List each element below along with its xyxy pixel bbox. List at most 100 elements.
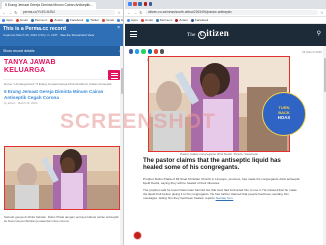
left-bookmark-0[interactable]: Apps — [2, 18, 13, 22]
bookmark-label: Gmail — [19, 18, 28, 22]
right-pinned-tabs — [128, 2, 153, 6]
floating-ad-button[interactable] — [133, 231, 142, 240]
left-scrollbar-thumb[interactable] — [120, 68, 123, 94]
forward-arrow-icon[interactable]: → — [133, 9, 137, 17]
search-icon[interactable]: ⚲ — [317, 31, 321, 37]
left-bookmarks-bar: Apps Gmail Perma.cc Zotero Facebook Twitter Gm… — [0, 17, 123, 24]
bookmark-favicon-icon — [86, 18, 90, 22]
perma-capture-info: Captured March 30, 2020 4:30 p.m. GMT · … — [3, 33, 95, 37]
left-bookmark-2[interactable]: Perma.cc — [30, 18, 48, 22]
photo-caption-right: Pastor makes congregants drink Dettol. P… — [180, 152, 258, 156]
pinned-tab-2[interactable] — [138, 2, 142, 6]
citizen-header: The Citizen ⚲ — [125, 24, 326, 46]
left-address-bar-row: ← → ↻ perma.cc/YL5S-MJNJ ☆ — [0, 9, 123, 17]
bookmark-favicon-icon — [127, 18, 130, 22]
right-address-bar-row: ← → ↻ citizen.co.za/news/south-africa/22… — [125, 9, 326, 17]
right-bookmark-2[interactable]: Perma.cc — [155, 18, 173, 22]
bookmark-label: Perma.cc — [34, 18, 48, 22]
right-bookmarks-bar: Apps Gmail Perma.cc Zotero Facebook — [125, 17, 326, 24]
bookmark-favicon-icon — [2, 18, 5, 22]
reload-icon[interactable]: ↻ — [139, 9, 143, 17]
bookmark-favicon-icon — [66, 18, 70, 22]
back-arrow-icon[interactable]: ← — [127, 9, 131, 17]
left-bookmark-1[interactable]: Gmail — [15, 18, 28, 22]
reload-icon[interactable]: ↻ — [14, 9, 18, 17]
left-bookmark-6[interactable]: Gmail — [102, 18, 114, 22]
bookmark-favicon-icon — [102, 18, 106, 22]
share-icon-1[interactable] — [135, 49, 140, 54]
star-icon[interactable]: ☆ — [117, 9, 121, 17]
article-headline-right: The pastor claims that the antiseptic li… — [143, 157, 281, 172]
bookmark-favicon-icon — [140, 18, 144, 22]
right-tab-strip — [125, 0, 326, 9]
share-icon-0[interactable] — [129, 49, 134, 54]
bookmark-favicon-icon — [155, 18, 159, 22]
article-photo-left — [4, 146, 120, 210]
left-bookmark-4[interactable]: Facebook — [66, 18, 83, 22]
right-bookmark-1[interactable]: Gmail — [140, 18, 153, 22]
share-icon-3[interactable] — [147, 49, 152, 54]
record-details-bar[interactable]: Show record details ↓ — [0, 46, 123, 56]
share-icon-5[interactable] — [159, 49, 165, 54]
pinned-tab-0[interactable] — [128, 2, 132, 6]
left-url-field[interactable]: perma.cc/YL5S-MJNJ — [20, 9, 115, 16]
article-paragraph-2: The prophet said he knew Dettol was harm… — [143, 188, 297, 201]
breadcrumb: Home / Uncategorized / 5 Erang Jemaat Ge… — [4, 82, 112, 86]
bookmark-label: Google — [121, 18, 123, 22]
bookmark-label: Gmail — [144, 18, 153, 22]
article-date: 24 March 2020 — [301, 49, 322, 54]
photo-caption-left: Sebuah gereja di Afrika Selatan. Rufus P… — [4, 215, 119, 223]
left-bookmark-5[interactable]: Twitter — [86, 18, 99, 22]
site-logo-line-1: TANYA JAWAB — [4, 59, 56, 66]
article-body: Prophet Rufus Phala of Mt Sinai Christia… — [143, 177, 301, 203]
right-scrollbar-thumb[interactable] — [323, 58, 326, 92]
right-bookmark-0[interactable]: Apps — [127, 18, 138, 22]
bookmark-label: Twitter — [90, 18, 100, 22]
left-scrollbar[interactable] — [120, 46, 123, 245]
left-bookmark-3[interactable]: Zotero — [50, 18, 63, 22]
turn-back-hoax-stamp: TURN BACK HOAX — [262, 92, 306, 136]
share-icon-4[interactable] — [153, 49, 158, 54]
hamburger-menu-icon[interactable] — [130, 31, 137, 39]
menu-button[interactable] — [108, 70, 120, 80]
bookmark-favicon-icon — [15, 18, 19, 22]
pinned-tab-4[interactable] — [148, 2, 153, 6]
pinned-tab-1[interactable] — [133, 2, 137, 6]
article-paragraph-1: Prophet Rufus Phala of Mt Sinai Christia… — [143, 177, 300, 186]
bookmark-label: Facebook — [195, 18, 209, 22]
divider — [3, 79, 120, 80]
back-arrow-icon[interactable]: ← — [2, 9, 6, 17]
article-headline-left[interactable]: 5 Erang Jemaat Gereja Diminta Minum Cair… — [0, 86, 123, 100]
bookmark-label: Facebook — [70, 18, 84, 22]
close-icon[interactable]: × — [117, 26, 120, 31]
right-bookmark-4[interactable]: Facebook — [191, 18, 208, 22]
bookmark-label: Apps — [131, 18, 138, 22]
site-logo[interactable]: TANYA JAWAB KELUARGA — [0, 56, 123, 75]
right-url-field[interactable]: citizen.co.za/news/south-africa/2263494/… — [145, 9, 318, 16]
bookmark-favicon-icon — [50, 18, 54, 22]
screenshot-view-link[interactable]: See the Screenshot View — [60, 33, 94, 37]
bookmark-favicon-icon — [191, 18, 195, 22]
bookmark-label: Gmail — [106, 18, 114, 22]
bookmark-label: Perma.cc — [159, 18, 173, 22]
screenshot-watermark: SCREENSHOT — [60, 110, 216, 133]
bookmark-label: Zotero — [179, 18, 189, 22]
star-icon[interactable]: ☆ — [320, 9, 324, 17]
bookmark-favicon-icon — [116, 18, 120, 22]
perma-title: This is a Perma.cc record — [3, 26, 66, 32]
perma-banner: This is a Perma.cc record Captured March… — [0, 24, 123, 46]
sunday-sun-link[interactable]: Sunday Sun. — [216, 196, 234, 200]
bookmark-favicon-icon — [30, 18, 34, 22]
share-icon-2[interactable] — [141, 49, 146, 54]
record-details-label: Show record details — [3, 49, 35, 53]
left-tab-strip: 5 Erang Jemaat Gereja Diminta Minum Cair… — [0, 0, 123, 9]
citizen-logo[interactable]: The Citizen — [187, 28, 229, 39]
site-logo-line-2: KELUARGA — [4, 67, 46, 74]
forward-arrow-icon[interactable]: → — [8, 9, 12, 17]
bookmark-label: Apps — [6, 18, 13, 22]
bookmark-label: Zotero — [54, 18, 64, 22]
right-bookmark-3[interactable]: Zotero — [175, 18, 188, 22]
bookmark-favicon-icon — [175, 18, 179, 22]
pinned-tab-3[interactable] — [143, 2, 148, 6]
left-bookmark-7[interactable]: Google — [116, 18, 123, 22]
